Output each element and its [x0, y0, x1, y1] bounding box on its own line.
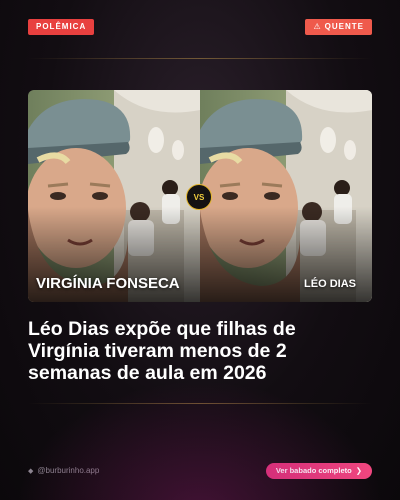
diamond-icon: ◆ — [28, 467, 34, 475]
bottom-divider — [28, 403, 372, 404]
top-divider — [28, 58, 372, 59]
left-photo-image — [28, 90, 200, 302]
read-more-label: Ver babado completo — [275, 466, 352, 475]
warning-icon: ⚠ — [313, 22, 322, 31]
category-badge: POLÊMICA — [28, 19, 95, 35]
post-card: POLÊMICA ⚠ QUENTE VIRGÍNIA FONSECA LÉO D… — [0, 0, 400, 500]
left-photo: VIRGÍNIA FONSECA — [28, 90, 200, 302]
hot-badge-label: QUENTE — [324, 22, 364, 31]
right-name-label: LÉO DIAS — [304, 278, 356, 290]
hot-badge: ⚠ QUENTE — [305, 19, 372, 35]
account-handle-label: @burburinho.app — [37, 466, 100, 475]
right-photo-image — [200, 90, 372, 302]
read-more-button[interactable]: Ver babado completo ❯ — [265, 463, 372, 479]
headline: Léo Dias expõe que filhas de Virgínia ti… — [28, 318, 296, 384]
account-handle[interactable]: ◆ @burburinho.app — [28, 466, 99, 475]
vs-badge: VS — [186, 184, 212, 210]
left-name-label: VIRGÍNIA FONSECA — [36, 275, 180, 292]
chevron-right-icon: ❯ — [355, 466, 362, 475]
right-photo: LÉO DIAS — [200, 90, 372, 302]
